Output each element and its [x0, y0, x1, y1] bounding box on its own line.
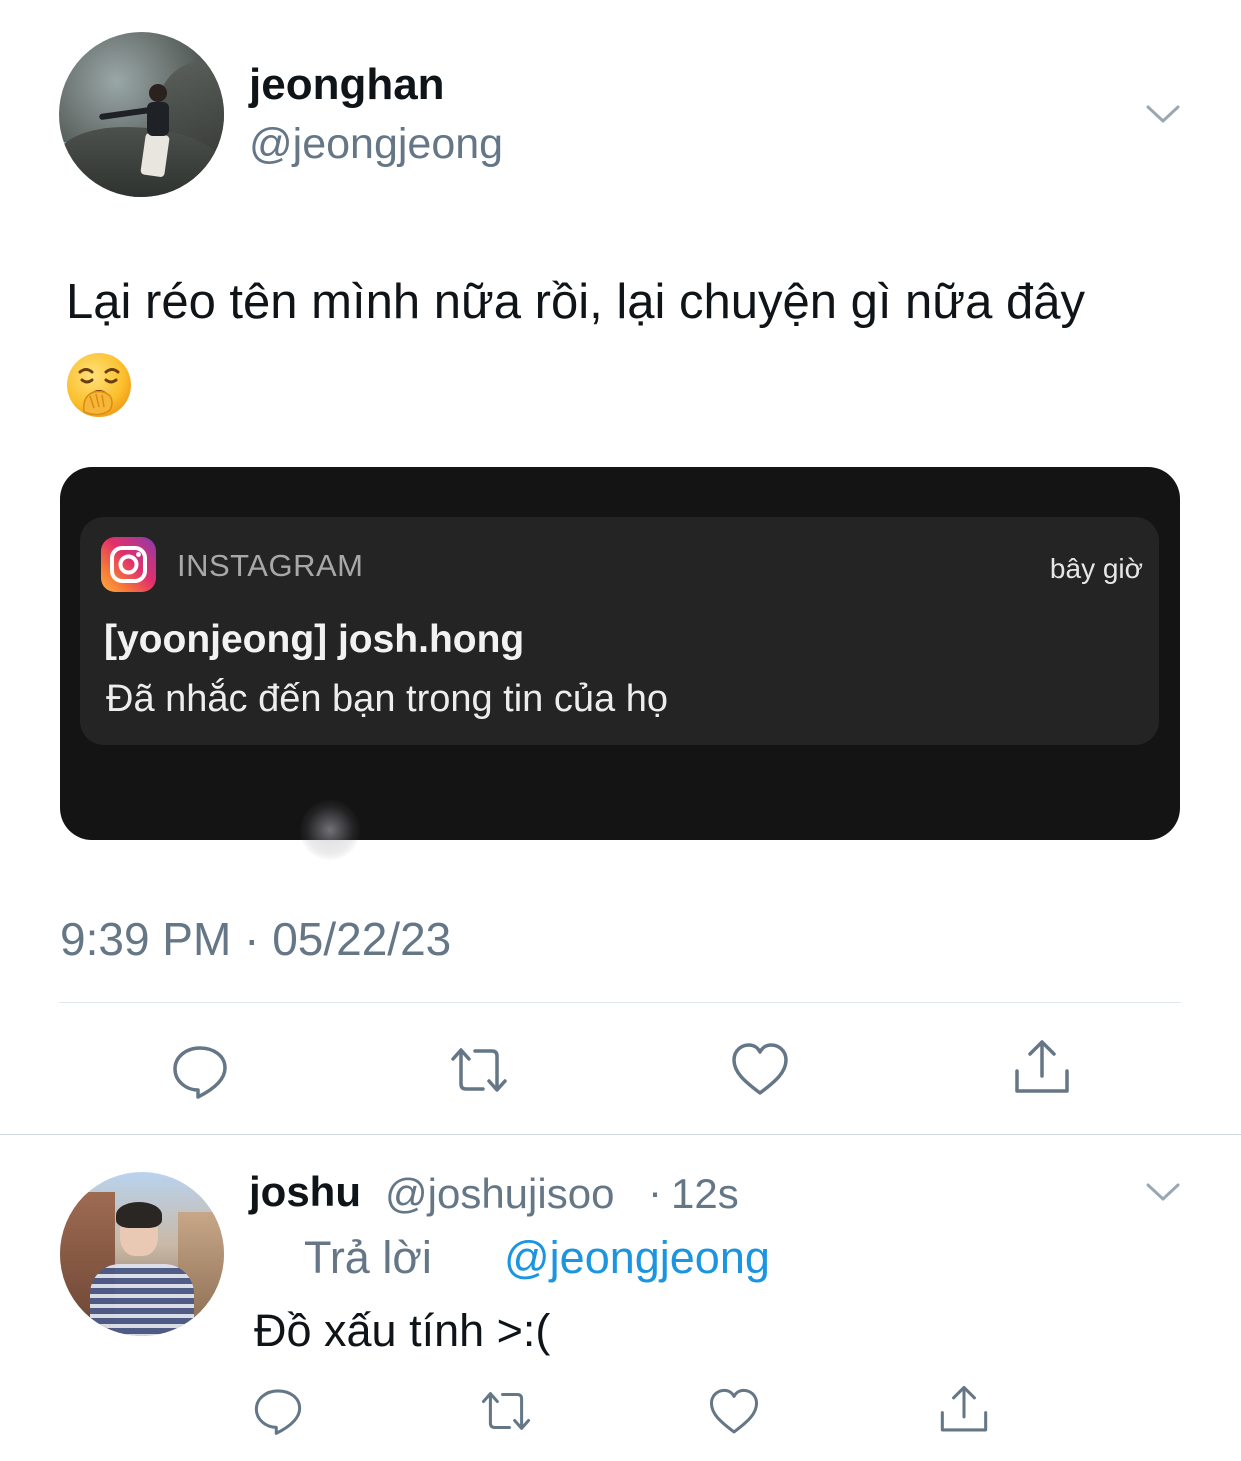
notification-app-name: INSTAGRAM	[177, 548, 364, 583]
chevron-down-icon[interactable]	[1145, 96, 1181, 132]
reply-author-name[interactable]: joshu	[249, 1168, 361, 1216]
avatar-photo-figure	[149, 84, 167, 102]
reply-author-avatar[interactable]	[60, 1172, 224, 1336]
divider	[59, 1002, 1181, 1003]
notification-body: Đã nhắc đến bạn trong tin của họ	[106, 678, 668, 720]
notification-title: [yoonjeong] josh.hong	[104, 618, 525, 661]
chevron-down-icon[interactable]	[1145, 1174, 1181, 1210]
tweet-text: Lại réo tên mình nữa rồi, lại chuyện gì …	[66, 275, 1085, 329]
avatar-photo-figure	[116, 1202, 162, 1228]
avatar-photo-figure	[90, 1264, 194, 1336]
separator-dot: ·	[648, 1168, 662, 1215]
author-avatar[interactable]	[59, 32, 224, 197]
replying-to-label: Trả lời	[304, 1232, 432, 1283]
yawning-face-icon	[64, 350, 134, 420]
replying-to-handle-link[interactable]: @jeongjeong	[504, 1232, 770, 1284]
tweet-timestamp[interactable]: 9:39 PM · 05/22/23	[60, 912, 451, 966]
divider	[0, 1134, 1241, 1135]
reply-text: Đồ xấu tính >:(	[254, 1305, 551, 1356]
retweet-icon[interactable]	[480, 1385, 532, 1437]
like-icon[interactable]	[708, 1386, 760, 1438]
retweet-icon[interactable]	[449, 1040, 509, 1100]
author-name[interactable]: jeonghan	[249, 60, 445, 110]
reply-icon[interactable]	[252, 1384, 304, 1436]
share-icon[interactable]	[1012, 1038, 1072, 1098]
like-icon[interactable]	[730, 1040, 790, 1100]
image-light-spot	[300, 800, 360, 860]
author-handle[interactable]: @jeongjeong	[249, 120, 503, 169]
notification-time: bây giờ	[1049, 553, 1143, 584]
reply-icon[interactable]	[170, 1040, 230, 1100]
reply-time[interactable]: 12s	[671, 1170, 739, 1218]
avatar-photo-figure	[147, 102, 169, 136]
reply-author-handle[interactable]: @joshujisoo	[385, 1170, 614, 1218]
instagram-icon	[101, 537, 156, 592]
share-icon[interactable]	[938, 1384, 990, 1436]
